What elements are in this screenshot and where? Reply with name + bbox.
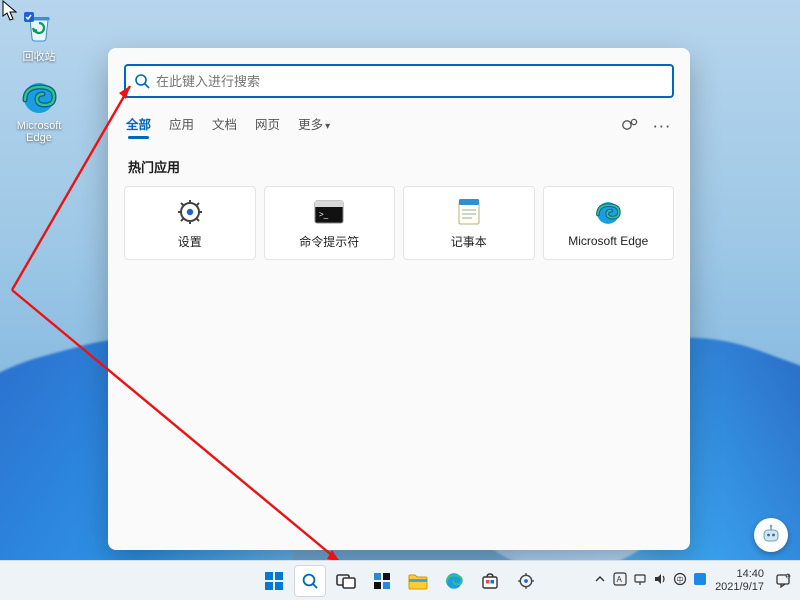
settings-icon bbox=[175, 197, 205, 227]
cmd-icon: >_ bbox=[314, 197, 344, 227]
svg-text:A: A bbox=[617, 575, 623, 584]
notepad-icon bbox=[454, 197, 484, 227]
tray-volume-icon[interactable] bbox=[653, 572, 667, 589]
widgets-icon bbox=[373, 572, 391, 590]
app-card-label: 命令提示符 bbox=[299, 233, 359, 250]
section-title-top-apps: 热门应用 bbox=[128, 157, 674, 176]
notifications-button[interactable]: 1 bbox=[772, 570, 794, 592]
search-flyout: 全部 应用 文档 网页 更多▾ ··· 热门应用 设置 >_ 命令提 bbox=[108, 48, 690, 550]
open-in-browser-icon[interactable] bbox=[622, 117, 640, 136]
file-explorer-icon bbox=[408, 572, 428, 590]
settings-icon bbox=[516, 571, 536, 591]
chevron-down-icon: ▾ bbox=[325, 121, 330, 132]
tray-date: 2021/9/17 bbox=[715, 581, 764, 594]
taskbar-edge[interactable] bbox=[438, 565, 470, 597]
tray-app-icon[interactable] bbox=[693, 572, 707, 589]
app-card-label: Microsoft Edge bbox=[568, 234, 648, 248]
widgets-button[interactable] bbox=[366, 565, 398, 597]
taskbar-store[interactable] bbox=[474, 565, 506, 597]
windows-logo-icon bbox=[264, 571, 284, 591]
taskbar-center bbox=[258, 565, 542, 597]
tab-apps[interactable]: 应用 bbox=[169, 114, 194, 139]
desktop-icon-edge[interactable]: Microsoft Edge bbox=[6, 78, 72, 144]
task-view-button[interactable] bbox=[330, 565, 362, 597]
tray-overflow-chevron[interactable] bbox=[595, 574, 605, 587]
search-icon bbox=[301, 572, 319, 590]
app-card-settings[interactable]: 设置 bbox=[124, 186, 256, 260]
taskbar: A 中 14:40 2021/9/17 1 bbox=[0, 560, 800, 600]
recycle-bin-icon bbox=[19, 6, 59, 46]
tab-all[interactable]: 全部 bbox=[126, 114, 151, 139]
app-card-label: 设置 bbox=[178, 233, 202, 250]
search-icon bbox=[134, 73, 150, 89]
tray-network-icon[interactable] bbox=[633, 572, 647, 589]
taskbar-settings[interactable] bbox=[510, 565, 542, 597]
edge-icon bbox=[593, 198, 623, 228]
desktop-icon-label: Microsoft Edge bbox=[6, 120, 72, 144]
tray-clock[interactable]: 14:40 2021/9/17 bbox=[715, 568, 764, 593]
edge-icon bbox=[19, 78, 59, 118]
tray-time: 14:40 bbox=[715, 568, 764, 581]
edge-icon bbox=[444, 571, 464, 591]
svg-text:>_: >_ bbox=[319, 210, 329, 219]
tab-web[interactable]: 网页 bbox=[255, 114, 280, 139]
task-view-icon bbox=[336, 572, 356, 590]
chevron-up-icon bbox=[595, 574, 605, 584]
tab-more[interactable]: 更多▾ bbox=[298, 114, 330, 139]
store-icon bbox=[481, 572, 499, 590]
robot-icon bbox=[760, 524, 782, 546]
notification-icon: 1 bbox=[775, 573, 791, 589]
tab-documents[interactable]: 文档 bbox=[212, 114, 237, 139]
top-apps-grid: 设置 >_ 命令提示符 记事本 Microsoft Edge bbox=[124, 186, 674, 260]
search-tabs: 全部 应用 文档 网页 更多▾ ··· bbox=[124, 114, 674, 139]
app-card-notepad[interactable]: 记事本 bbox=[403, 186, 535, 260]
svg-text:中: 中 bbox=[677, 575, 684, 584]
app-card-label: 记事本 bbox=[451, 233, 487, 250]
app-card-edge[interactable]: Microsoft Edge bbox=[543, 186, 675, 260]
start-button[interactable] bbox=[258, 565, 290, 597]
tray-ime-icon[interactable]: A bbox=[613, 572, 627, 589]
taskbar-search-button[interactable] bbox=[294, 565, 326, 597]
tab-more-label: 更多 bbox=[298, 118, 323, 132]
search-input[interactable] bbox=[156, 74, 664, 89]
tray-ime-mode-icon[interactable]: 中 bbox=[673, 572, 687, 589]
search-box[interactable] bbox=[124, 64, 674, 98]
cursor-icon bbox=[2, 0, 20, 22]
app-card-cmd[interactable]: >_ 命令提示符 bbox=[264, 186, 396, 260]
more-options-button[interactable]: ··· bbox=[654, 120, 673, 134]
taskbar-explorer[interactable] bbox=[402, 565, 434, 597]
assistant-bubble[interactable] bbox=[754, 518, 788, 552]
desktop-icon-label: 回收站 bbox=[6, 48, 72, 64]
system-tray: A 中 14:40 2021/9/17 1 bbox=[595, 568, 794, 593]
